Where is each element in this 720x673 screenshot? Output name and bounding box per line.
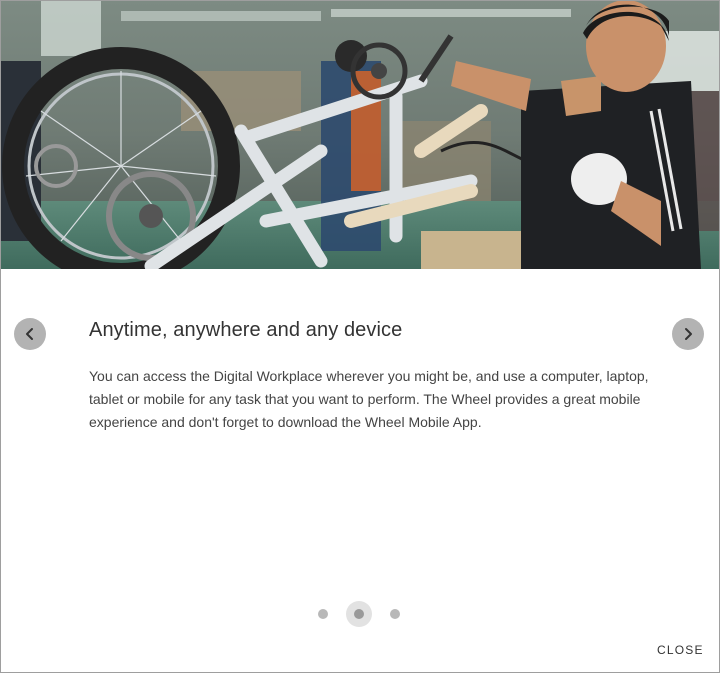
chevron-left-icon [26,328,33,340]
slide-description: You can access the Digital Workplace whe… [89,368,649,430]
close-button[interactable]: CLOSE [651,639,710,661]
next-slide-button[interactable] [672,318,704,350]
pagination-dot-2[interactable] [354,609,364,619]
slide-title: Anytime, anywhere and any device [89,319,403,341]
hero-image [1,1,719,269]
carousel-pagination [311,599,411,629]
pagination-dot-1[interactable] [318,609,328,619]
onboarding-dialog: Anytime, anywhere and any device You can… [0,0,720,673]
previous-slide-button[interactable] [14,318,46,350]
pagination-dot-3[interactable] [390,609,400,619]
factory-bicycle-photo [1,1,719,269]
chevron-right-icon [685,328,692,340]
